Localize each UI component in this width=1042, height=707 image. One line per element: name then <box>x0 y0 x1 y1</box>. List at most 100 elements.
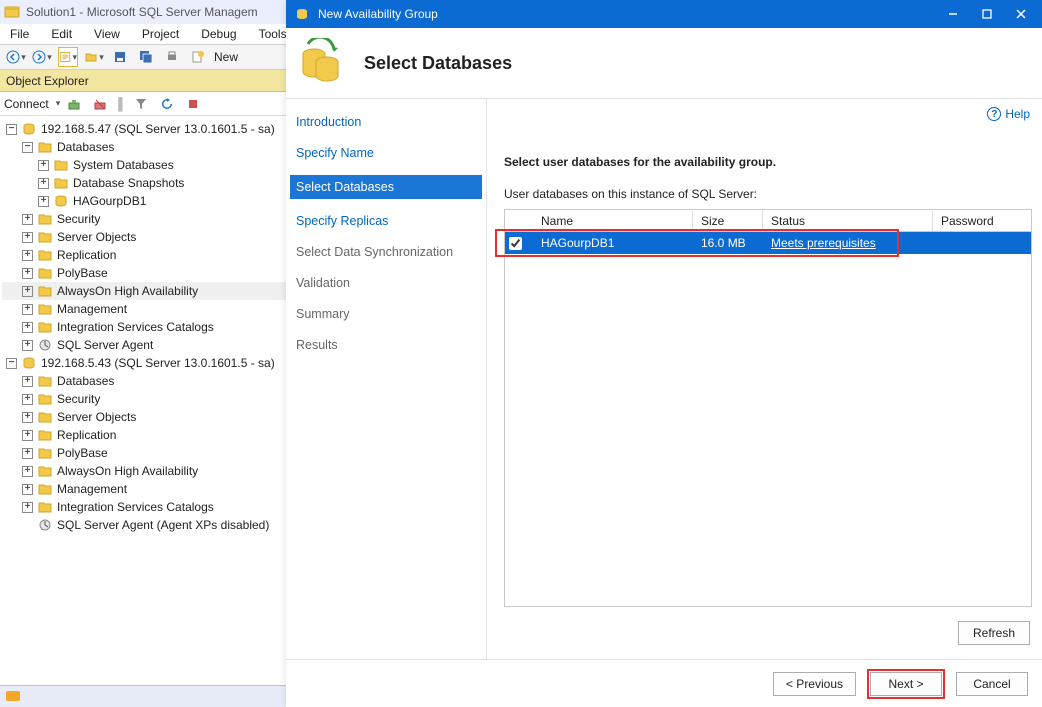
grid-empty-area <box>505 254 1031 606</box>
node-label: Databases <box>57 138 114 156</box>
separator: ▌ <box>118 97 127 111</box>
main-subheading: User databases on this instance of SQL S… <box>504 187 1032 201</box>
nav-fwd-icon[interactable]: ▾ <box>32 47 52 67</box>
menu-debug[interactable]: Debug <box>201 27 236 41</box>
folder-icon <box>37 230 53 244</box>
col-size[interactable]: Size <box>693 210 763 231</box>
col-checkbox[interactable] <box>505 210 533 231</box>
help-link[interactable]: ? Help <box>987 107 1030 121</box>
row-status[interactable]: Meets prerequisites <box>763 236 933 250</box>
folder-icon <box>37 140 53 154</box>
open-icon[interactable]: ▾ <box>84 47 104 67</box>
node-label: Server Objects <box>57 408 136 426</box>
menu-tools[interactable]: Tools <box>259 27 287 41</box>
step-summary[interactable]: Summary <box>296 305 476 323</box>
wizard-nav: Introduction Specify Name Select Databas… <box>286 99 486 659</box>
folder-icon <box>37 302 53 316</box>
save-icon[interactable] <box>110 47 130 67</box>
folder-icon <box>37 482 53 496</box>
menu-edit[interactable]: Edit <box>51 27 72 41</box>
col-password[interactable]: Password <box>933 210 1031 231</box>
object-explorer-title: Object Explorer <box>6 74 89 88</box>
folder-icon <box>37 428 53 442</box>
wizard-page-title: Select Databases <box>364 53 512 74</box>
step-results[interactable]: Results <box>296 336 476 354</box>
folder-icon <box>37 374 53 388</box>
nav-back-icon[interactable]: ▾ <box>6 47 26 67</box>
step-validation[interactable]: Validation <box>296 274 476 292</box>
folder-icon <box>37 464 53 478</box>
node-label: Integration Services Catalogs <box>57 318 214 336</box>
step-select-databases[interactable]: Select Databases <box>290 175 482 199</box>
database-icon <box>53 194 69 208</box>
maximize-button[interactable] <box>970 2 1004 26</box>
node-label: Server Objects <box>57 228 136 246</box>
wizard-titlebar[interactable]: New Availability Group <box>286 0 1042 28</box>
help-icon: ? <box>987 107 1001 121</box>
node-label: SQL Server Agent (Agent XPs disabled) <box>57 516 269 534</box>
node-label: Security <box>57 390 100 408</box>
row-size: 16.0 MB <box>693 236 763 250</box>
connect-label[interactable]: Connect <box>4 97 49 111</box>
connect-add-icon[interactable] <box>66 97 82 111</box>
server-icon <box>21 356 37 370</box>
node-label: AlwaysOn High Availability <box>57 282 198 300</box>
folder-icon <box>37 284 53 298</box>
node-label: Management <box>57 300 127 318</box>
node-label: AlwaysOn High Availability <box>57 462 198 480</box>
step-introduction[interactable]: Introduction <box>296 113 476 131</box>
wizard-title-text: New Availability Group <box>318 7 936 21</box>
node-label: Integration Services Catalogs <box>57 498 214 516</box>
print-icon[interactable] <box>162 47 182 67</box>
node-label: Replication <box>57 246 116 264</box>
grid-header: Name Size Status Password <box>505 210 1031 232</box>
agent-icon <box>37 338 53 352</box>
wizard-header: Select Databases <box>286 28 1042 98</box>
node-label: PolyBase <box>57 264 108 282</box>
col-name[interactable]: Name <box>533 210 693 231</box>
step-specify-name[interactable]: Specify Name <box>296 144 476 162</box>
folder-icon <box>53 158 69 172</box>
menu-file[interactable]: File <box>10 27 29 41</box>
next-button[interactable]: Next > <box>870 672 942 696</box>
step-select-data-sync[interactable]: Select Data Synchronization <box>296 243 476 261</box>
minimize-button[interactable] <box>936 2 970 26</box>
node-label: 192.168.5.43 (SQL Server 13.0.1601.5 - s… <box>41 354 275 372</box>
folder-icon <box>37 266 53 280</box>
refresh-button[interactable]: Refresh <box>958 621 1030 645</box>
cancel-button[interactable]: Cancel <box>956 672 1028 696</box>
server-icon <box>21 122 37 136</box>
menu-view[interactable]: View <box>94 27 120 41</box>
new-query-icon[interactable]: ▾ <box>58 47 78 67</box>
new-label[interactable]: New <box>214 50 238 64</box>
step-specify-replicas[interactable]: Specify Replicas <box>296 212 476 230</box>
folder-icon <box>37 446 53 460</box>
folder-icon <box>37 320 53 334</box>
new-project-icon[interactable] <box>188 47 208 67</box>
col-status[interactable]: Status <box>763 210 933 231</box>
wizard-footer: < Previous Next > Cancel <box>286 659 1042 707</box>
wizard-page-icon <box>296 38 346 88</box>
disconnect-icon[interactable] <box>92 97 108 111</box>
node-label: Replication <box>57 426 116 444</box>
menu-project[interactable]: Project <box>142 27 179 41</box>
node-label: 192.168.5.47 (SQL Server 13.0.1601.5 - s… <box>41 120 275 138</box>
save-all-icon[interactable] <box>136 47 156 67</box>
wizard-dialog: New Availability Group Select Databases … <box>286 0 1042 707</box>
node-label: Database Snapshots <box>73 174 184 192</box>
refresh-icon[interactable] <box>159 97 175 111</box>
node-label: PolyBase <box>57 444 108 462</box>
row-checkbox[interactable] <box>505 234 533 253</box>
row-name: HAGourpDB1 <box>533 236 693 250</box>
stop-icon[interactable] <box>185 97 201 111</box>
folder-icon <box>37 248 53 262</box>
status-link[interactable]: Meets prerequisites <box>771 236 876 250</box>
main-heading: Select user databases for the availabili… <box>504 155 1032 169</box>
close-button[interactable] <box>1004 2 1038 26</box>
grid-row[interactable]: HAGourpDB1 16.0 MB Meets prerequisites <box>505 232 1031 254</box>
filter-icon[interactable] <box>133 97 149 111</box>
connect-dropdown-icon[interactable]: ▾ <box>56 98 61 109</box>
previous-button[interactable]: < Previous <box>773 672 856 696</box>
folder-icon <box>37 212 53 226</box>
node-label: Databases <box>57 372 114 390</box>
